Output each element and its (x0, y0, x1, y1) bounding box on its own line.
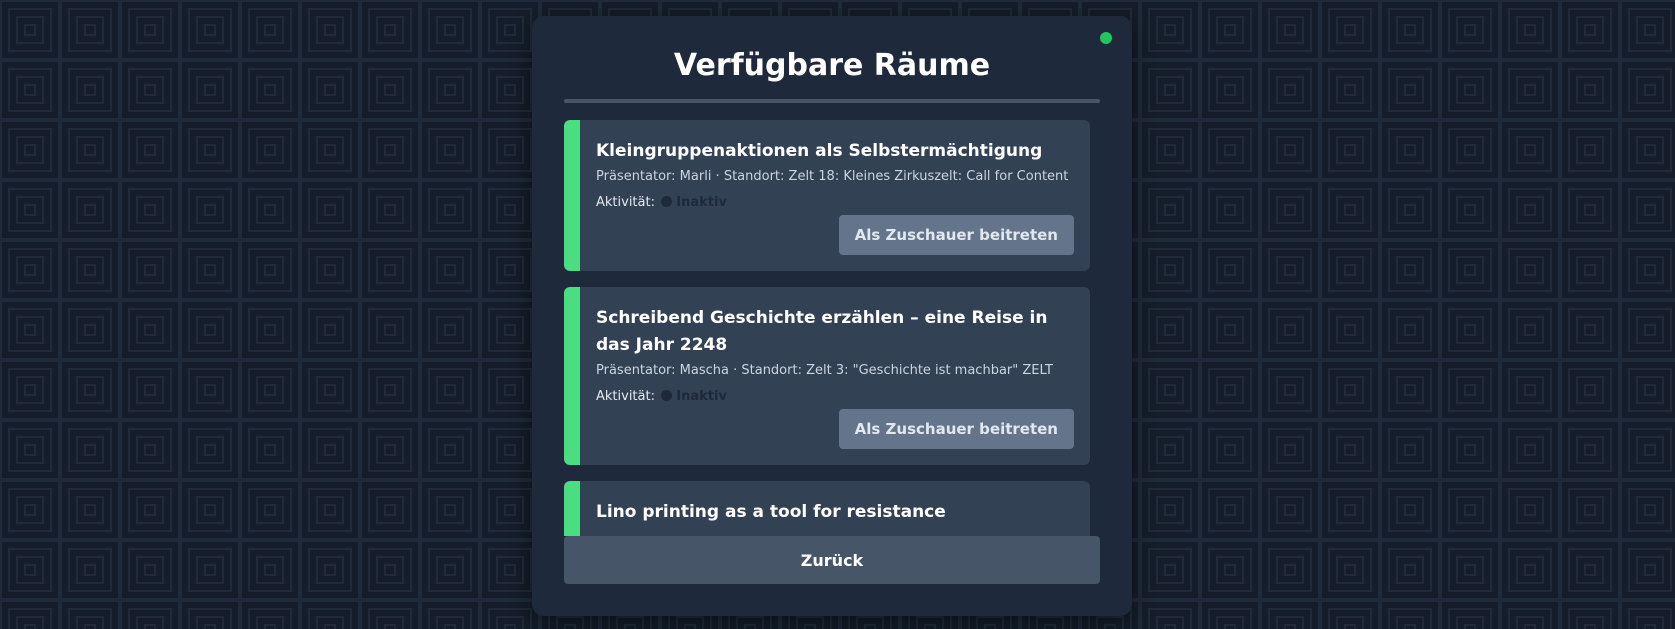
join-as-viewer-button[interactable]: Als Zuschauer beitreten (838, 215, 1074, 255)
room-title: Lino printing as a tool for resistance (596, 502, 946, 522)
activity-state: Inaktiv (676, 389, 727, 404)
room-meta: Präsentator: Mascha · Standort: Zelt 3: … (596, 363, 1053, 378)
connection-status-indicator (1100, 32, 1112, 44)
room-title: Schreibend Geschichte erzählen – eine Re… (596, 308, 1048, 355)
activity-label: Aktivität: (596, 389, 655, 404)
room-activity: Aktivität: Inaktiv (596, 193, 1074, 213)
room-activity: Aktivität: Inaktiv (596, 387, 1074, 407)
modal-title: Verfügbare Räume (673, 48, 991, 83)
activity-dot-icon (661, 196, 673, 207)
title-divider (564, 99, 1100, 103)
room-card: Kleingruppenaktionen als Selbstermächtig… (564, 120, 1090, 271)
join-as-viewer-button[interactable]: Als Zuschauer beitreten (838, 409, 1074, 449)
room-card: Lino printing as a tool for resistance (564, 481, 1090, 536)
room-meta: Präsentator: Marli · Standort: Zelt 18: … (596, 169, 1069, 184)
back-button[interactable]: Zurück (564, 536, 1100, 584)
room-card: Schreibend Geschichte erzählen – eine Re… (564, 287, 1090, 465)
rooms-modal: Verfügbare Räume Kleingruppenaktionen al… (532, 16, 1132, 616)
room-list[interactable]: Kleingruppenaktionen als Selbstermächtig… (564, 120, 1100, 536)
activity-dot-icon (661, 390, 673, 401)
activity-state: Inaktiv (676, 195, 727, 210)
activity-label: Aktivität: (596, 195, 655, 210)
room-title: Kleingruppenaktionen als Selbstermächtig… (596, 141, 1043, 161)
